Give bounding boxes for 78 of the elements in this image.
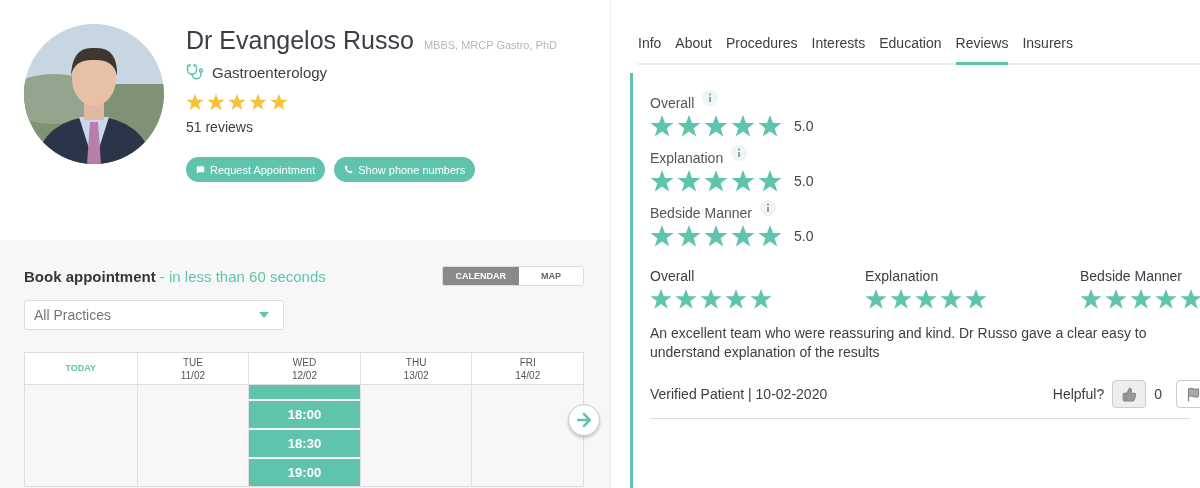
star-icon (704, 169, 728, 193)
star-icon (731, 114, 755, 138)
star-icon (650, 224, 674, 248)
star-icon (650, 288, 672, 310)
star-icon (731, 224, 755, 248)
tab[interactable]: Insurers (1022, 0, 1073, 65)
rating-score: 5.0 (794, 173, 814, 189)
review-author: Verified Patient | 10-02-2020 (650, 386, 828, 402)
dropdown-caret-icon (259, 312, 269, 318)
star-icon (758, 114, 782, 138)
thumbs-up-button[interactable] (1112, 380, 1147, 408)
star-icon (207, 93, 225, 111)
message-icon (196, 165, 205, 174)
star-icon (270, 93, 288, 111)
star-icon (186, 93, 204, 111)
booking-title: Book appointment - in less than 60 seconds (24, 267, 326, 285)
day-header[interactable]: THU 13/02 (360, 353, 472, 385)
rating-score: 5.0 (794, 228, 814, 244)
view-toggle-button[interactable]: MAP (519, 267, 583, 285)
flag-icon (1185, 386, 1200, 402)
star-icon (890, 288, 912, 310)
star-icon (750, 288, 772, 310)
thumbs-up-icon (1121, 386, 1137, 402)
star-icon (677, 224, 701, 248)
rating-label: Overall (650, 95, 695, 111)
star-icon (915, 288, 937, 310)
star-icon (758, 224, 782, 248)
practice-select[interactable]: All Practices (24, 300, 284, 330)
star-icon (1155, 288, 1177, 310)
star-icon (940, 288, 962, 310)
rating-label: Bedside Manner (650, 205, 752, 221)
specialty: Gastroenterology (212, 63, 328, 81)
star-icon (965, 288, 987, 310)
rating-label: Bedside Manner (1080, 268, 1183, 284)
rating-score: 5.0 (794, 118, 814, 134)
star-icon (700, 288, 722, 310)
review-text: An excellent team who were reassuring and kind. Dr Russo gave a clear easy to understand explanation of the results (650, 324, 1148, 362)
info-icon[interactable] (759, 200, 776, 216)
info-icon[interactable] (702, 90, 719, 106)
helpful-label: Helpful? (1052, 386, 1105, 402)
star-icon (228, 93, 246, 111)
star-icon (675, 288, 697, 310)
info-icon[interactable] (731, 145, 748, 161)
tab[interactable]: Interests (811, 0, 866, 65)
star-icon (677, 169, 701, 193)
tab[interactable]: Procedures (725, 0, 798, 65)
star-icon (677, 114, 701, 138)
star-icon (1130, 288, 1152, 310)
star-icon (650, 114, 674, 138)
star-icon (650, 169, 674, 193)
flag-button[interactable] (1176, 380, 1200, 408)
doctor-name: Dr Evangelos Russo (186, 26, 414, 55)
star-icon (704, 114, 728, 138)
star-icon (725, 288, 747, 310)
star-icon (704, 224, 728, 248)
arrow-right-icon (574, 410, 594, 430)
helpful-count: 0 (1154, 386, 1162, 402)
day-header[interactable]: TUE 11/02 (137, 353, 249, 385)
rating-label: Explanation (865, 268, 940, 284)
credentials: MBBS, MRCP Gastro, PhD (423, 39, 557, 51)
phone-icon (344, 165, 354, 174)
day-header[interactable]: FRI 14/02 (472, 353, 583, 385)
star-icon (758, 169, 782, 193)
tab[interactable]: Education (879, 0, 942, 65)
reviews-count: 51 reviews (186, 119, 254, 135)
star-icon (249, 93, 267, 111)
stethoscope-icon (186, 63, 204, 81)
star-icon (865, 288, 887, 310)
star-icon (1180, 288, 1200, 310)
rating-label: Overall (650, 268, 696, 284)
tab[interactable]: Reviews (955, 0, 1009, 65)
rating-label: Explanation (650, 150, 724, 166)
day-header[interactable]: WED 12/02 (249, 353, 360, 385)
star-icon (731, 169, 755, 193)
tab[interactable]: Info (638, 0, 662, 65)
star-icon (1105, 288, 1127, 310)
tab[interactable]: About (675, 0, 712, 65)
star-icon (1080, 288, 1102, 310)
